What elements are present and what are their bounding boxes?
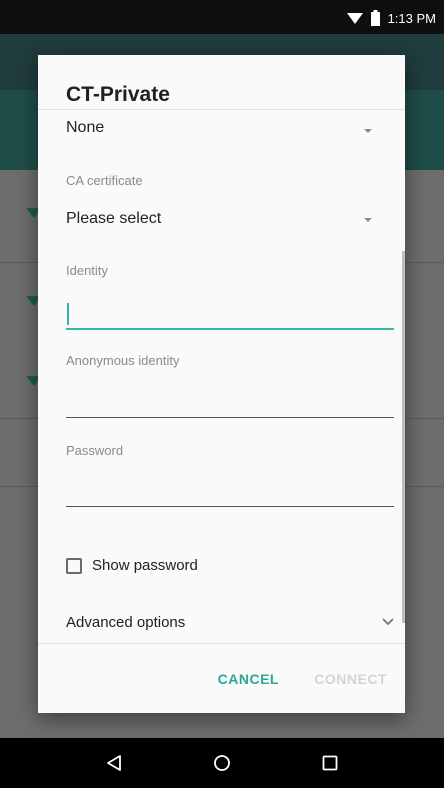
wifi-config-dialog: CT-Private None CA certificate Please se… [38,55,405,713]
battery-icon [370,10,380,26]
identity-label: Identity [66,263,108,278]
navigation-bar [0,738,444,788]
status-time: 1:13 PM [387,10,436,26]
ca-certificate-spinner[interactable]: Please select [66,210,161,228]
chevron-down-icon [382,613,394,631]
home-icon[interactable] [202,743,242,783]
wifi-icon [346,11,363,25]
text-cursor [67,303,69,325]
back-icon[interactable] [94,743,134,783]
cancel-button[interactable]: CANCEL [218,671,279,687]
recents-icon[interactable] [310,743,350,783]
anonymous-identity-label: Anonymous identity [66,353,180,368]
status-icons: 1:13 PM [346,8,436,28]
phase2-spinner[interactable]: None [66,119,104,137]
ca-certificate-label: CA certificate [66,173,143,188]
show-password-checkbox[interactable] [66,557,82,574]
show-password-label: Show password [92,557,198,574]
advanced-options-toggle[interactable]: Advanced options [66,613,394,631]
connect-button[interactable]: CONNECT [314,671,387,687]
anonymous-identity-input[interactable] [66,387,394,418]
dropdown-arrow-icon[interactable] [364,218,372,222]
show-password-option[interactable]: Show password [66,557,198,574]
actions-divider [38,643,405,644]
identity-input[interactable] [66,298,394,330]
dropdown-arrow-icon[interactable] [364,129,372,133]
password-label: Password [66,443,124,458]
password-input[interactable] [66,476,394,507]
dialog-title: CT-Private [66,83,170,106]
scrollbar[interactable] [402,251,405,623]
title-divider [38,109,405,110]
advanced-options-label: Advanced options [66,613,186,631]
status-bar: 1:13 PM [0,0,444,34]
